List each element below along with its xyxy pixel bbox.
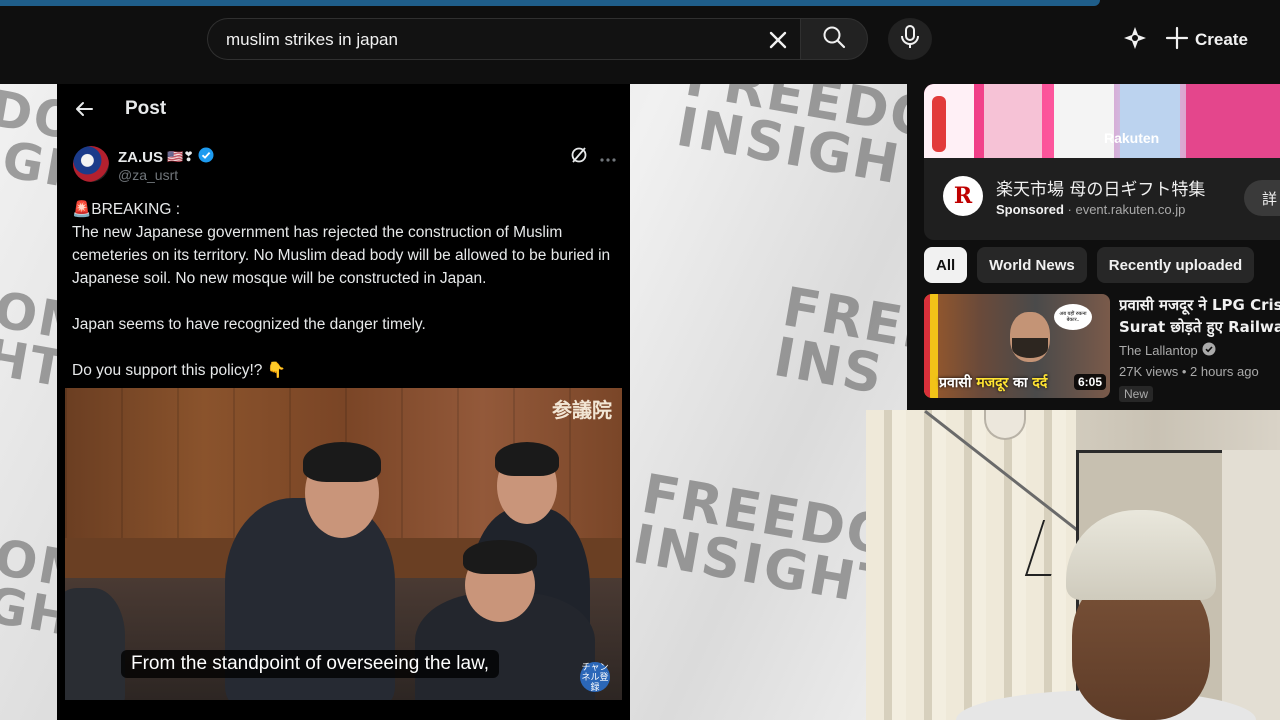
create-button[interactable]: Create <box>1165 22 1248 58</box>
chip-world-news[interactable]: World News <box>977 247 1087 283</box>
video-duration: 6:05 <box>1073 374 1106 390</box>
new-badge: New <box>1119 386 1154 402</box>
ad-banner-brand: Rakuten <box>1104 130 1160 146</box>
secondary-column: Rakuten R 楽天市場 母の日ギフト特集 Sponsored · even… <box>907 84 1280 410</box>
webcam-overlay <box>866 410 1280 720</box>
masthead: muslim strikes in japan Create <box>0 8 1280 82</box>
video-player[interactable]: DOIIGH OMHT OMGHT FREEDOINSIGH FREEINS F… <box>0 84 907 720</box>
clear-icon[interactable] <box>761 23 795 57</box>
tweet-handle: @za_usrt <box>118 167 179 183</box>
grok-icon <box>570 146 588 169</box>
media-kanji-label: 参議院 <box>552 398 612 422</box>
search-icon <box>822 25 846 54</box>
filter-chips: All World News Recently uploaded <box>924 247 1255 283</box>
advertiser-logo: R <box>943 176 983 216</box>
ad-banner-image[interactable]: Rakuten <box>924 84 1280 158</box>
media-subtitle: From the standpoint of overseeing the la… <box>121 650 500 678</box>
back-arrow-icon <box>73 98 95 125</box>
tweet-actions <box>570 146 616 169</box>
video-title[interactable]: प्रवासी मजदूर ने LPG Crisis Surat छोड़ते… <box>1119 294 1280 338</box>
username-emoji: 🇺🇸❣ <box>167 149 195 164</box>
thumbnail-text: प्रवासी मजदूर का दर्द <box>939 375 1048 391</box>
tweet-paragraph-1: The new Japanese government has rejected… <box>72 224 611 287</box>
tweet-screenshot: Post ZA.US 🇺🇸❣ @za_usrt 🚨BREAKING: The … <box>57 84 630 720</box>
chip-all[interactable]: All <box>924 247 968 283</box>
search-input[interactable]: muslim strikes in japan <box>207 18 801 60</box>
tweet-paragraph-3: Do you support this policy!? 👇 <box>72 362 287 379</box>
sparkle-icon <box>1122 25 1148 56</box>
tweet-breaking-line: 🚨BREAKING : <box>72 201 181 218</box>
top-progress-strip <box>0 0 1280 8</box>
more-icon <box>600 149 616 167</box>
ad-domain: event.rakuten.co.jp <box>1075 202 1186 217</box>
tweet-page-title: Post <box>125 98 167 119</box>
watermark-right-mid: FREE INS <box>769 274 907 407</box>
tweet-paragraph-2: Japan seems to have recognized the dange… <box>72 316 426 333</box>
tweet-body: 🚨BREAKING : The new Japanese government … <box>72 198 617 382</box>
ad-cta-button[interactable]: 詳 <box>1244 180 1280 216</box>
channel-subscribe-badge: チャンネル登録 <box>580 662 610 692</box>
plus-icon <box>1165 26 1189 55</box>
verified-icon <box>198 147 214 167</box>
verified-icon <box>1202 342 1216 359</box>
create-label: Create <box>1195 30 1248 49</box>
sponsored-label: Sponsored <box>996 202 1064 217</box>
screen: muslim strikes in japan Create DOI IGH O… <box>0 0 1280 720</box>
ad-meta: Sponsored · event.rakuten.co.jp <box>996 202 1186 217</box>
thumbnail-speech-bubble: अब यहीं रुकना बेकार.. <box>1054 304 1092 330</box>
tweet-username: ZA.US 🇺🇸❣ <box>118 147 214 167</box>
avatar <box>73 146 109 182</box>
video-stats: 27K views • 2 hours ago <box>1119 364 1259 379</box>
voice-search-button[interactable] <box>888 18 932 60</box>
search-query-text: muslim strikes in japan <box>226 30 398 49</box>
ad-card[interactable]: R 楽天市場 母の日ギフト特集 Sponsored · event.rakute… <box>924 158 1280 240</box>
search-button[interactable] <box>800 18 868 60</box>
mic-icon <box>900 24 920 54</box>
sparkle-button[interactable] <box>1120 25 1150 55</box>
tweet-media: 参議院 From the standpoint of overseeing th… <box>65 388 622 700</box>
video-thumbnail[interactable]: अब यहीं रुकना बेकार.. प्रवासी मजदूर का द… <box>924 294 1110 398</box>
chip-recently-uploaded[interactable]: Recently uploaded <box>1096 247 1255 283</box>
recommended-video[interactable]: अब यहीं रुकना बेकार.. प्रवासी मजदूर का द… <box>924 294 1280 402</box>
ad-title: 楽天市場 母の日ギフト特集 <box>996 180 1206 200</box>
tweet-header: Post <box>57 84 630 134</box>
channel-name[interactable]: The Lallantop <box>1119 342 1216 359</box>
